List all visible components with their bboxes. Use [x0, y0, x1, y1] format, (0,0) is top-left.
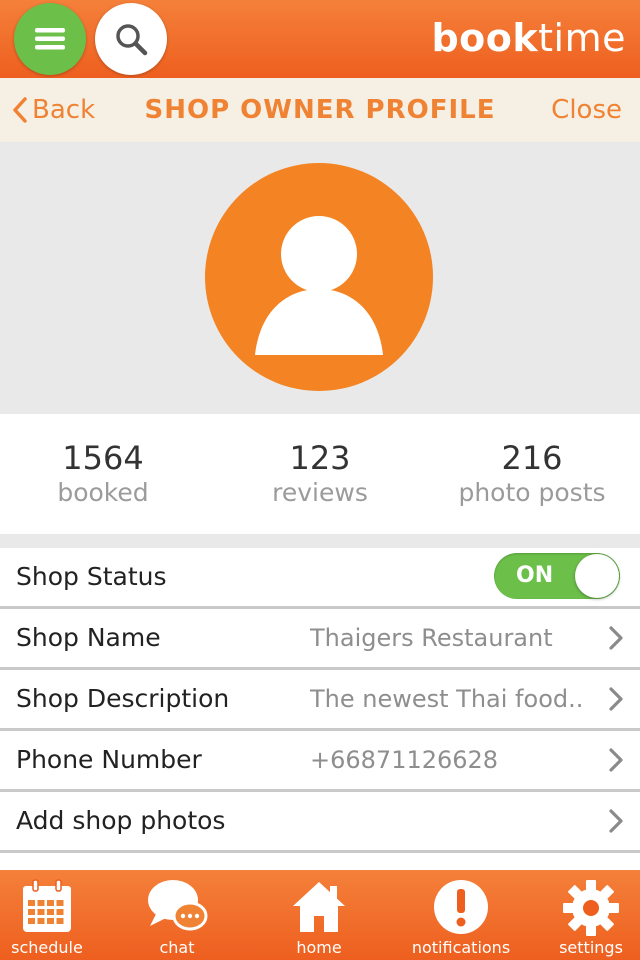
add-shop-photos-row[interactable]: Add shop photos	[0, 792, 640, 853]
settings-list: Shop Status ON Shop Name Thaigers Restau…	[0, 548, 640, 896]
tab-label: chat	[159, 938, 195, 957]
search-button[interactable]	[95, 3, 167, 75]
tab-notifications[interactable]: notifications	[408, 870, 514, 960]
chevron-left-icon	[13, 97, 27, 123]
tab-label: settings	[559, 938, 623, 957]
chevron-right-icon	[609, 687, 623, 711]
stat-value: 216	[501, 439, 563, 477]
row-value: +66871126628	[310, 746, 499, 774]
shop-description-row[interactable]: Shop Description The newest Thai food..	[0, 670, 640, 731]
tab-label: schedule	[11, 938, 83, 957]
back-button[interactable]: Back	[12, 78, 95, 142]
hamburger-icon	[35, 28, 65, 50]
shop-status-row: Shop Status ON	[0, 548, 640, 609]
brand-bold: book	[431, 16, 539, 60]
bottom-tab-bar: schedule chat home notifications setting…	[0, 870, 640, 960]
stat-value: 1564	[62, 439, 144, 477]
row-label: Add shop photos	[16, 806, 226, 835]
row-label: Shop Name	[16, 623, 161, 652]
brand-light: time	[538, 16, 626, 60]
tab-schedule[interactable]: schedule	[0, 870, 94, 960]
chat-bubble-icon	[148, 880, 208, 931]
user-silhouette-icon	[255, 216, 383, 355]
stat-photo-posts: 216 photo posts	[442, 440, 622, 510]
search-icon	[116, 24, 148, 56]
section-divider	[0, 534, 640, 548]
brand-logo: booktime	[431, 14, 626, 62]
stats-row: 1564 booked 123 reviews 216 photo posts	[0, 414, 640, 534]
home-icon	[293, 882, 345, 932]
row-value: Thaigers Restaurant	[310, 624, 553, 652]
top-bar: booktime	[0, 0, 640, 78]
page-title: SHOP OWNER PROFILE	[144, 95, 496, 125]
tab-label: notifications	[411, 938, 511, 957]
alert-icon	[434, 880, 488, 934]
nav-bar: Back SHOP OWNER PROFILE Close	[0, 78, 640, 142]
stat-reviews: 123 reviews	[240, 440, 400, 510]
menu-button[interactable]	[14, 3, 86, 75]
stat-label: reviews	[272, 478, 368, 507]
close-button[interactable]: Close	[551, 78, 622, 142]
tab-chat[interactable]: chat	[130, 870, 224, 960]
avatar-section	[0, 142, 640, 414]
row-label: Shop Description	[16, 684, 230, 713]
chevron-right-icon	[609, 626, 623, 650]
shop-name-row[interactable]: Shop Name Thaigers Restaurant	[0, 609, 640, 670]
stat-value: 123	[289, 439, 351, 477]
gear-icon	[563, 880, 619, 936]
tab-settings[interactable]: settings	[546, 870, 636, 960]
stat-label: booked	[57, 478, 149, 507]
tab-home[interactable]: home	[272, 870, 366, 960]
toggle-label: ON	[516, 563, 554, 588]
shop-status-toggle[interactable]: ON	[494, 553, 620, 599]
stat-booked: 1564 booked	[23, 440, 183, 510]
chevron-right-icon	[609, 748, 623, 772]
phone-number-row[interactable]: Phone Number +66871126628	[0, 731, 640, 792]
chevron-right-icon	[609, 809, 623, 833]
stat-label: photo posts	[458, 478, 606, 507]
toggle-knob[interactable]	[575, 554, 619, 598]
back-label: Back	[32, 95, 96, 125]
row-label: Shop Status	[16, 562, 167, 591]
row-label: Phone Number	[16, 745, 202, 774]
avatar[interactable]	[205, 163, 433, 391]
row-value: The newest Thai food..	[310, 685, 584, 713]
tab-label: home	[296, 938, 342, 957]
calendar-icon	[23, 879, 71, 932]
